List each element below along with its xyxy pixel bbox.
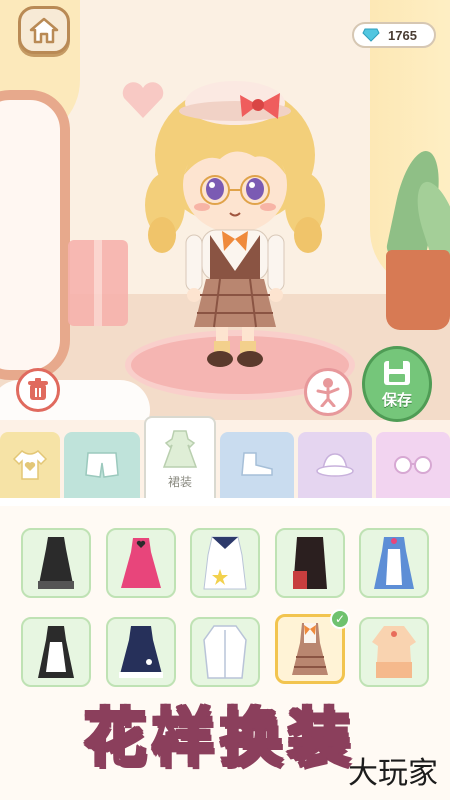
gem-count: 1765 [388, 27, 417, 43]
item-navy-lace-dress[interactable] [106, 617, 176, 687]
home-button[interactable] [18, 6, 70, 54]
plaid-uniform-dress-icon [292, 623, 328, 675]
save-label: 保存 [381, 390, 412, 409]
glasses-icon [394, 456, 432, 474]
white-jacket-icon [203, 625, 247, 679]
trash-icon [28, 378, 48, 400]
maid-dress-icon [38, 626, 74, 678]
gem-counter[interactable]: 1765 [352, 22, 436, 48]
diamond-icon [362, 28, 380, 42]
floppy-disk-icon [384, 360, 410, 385]
pose-button[interactable] [304, 368, 352, 416]
pose-icon [316, 378, 340, 407]
tab-bottoms[interactable] [64, 432, 140, 498]
gift-box [68, 240, 128, 326]
tab-underline [0, 498, 450, 506]
banner-title: 花样换装 [82, 700, 356, 776]
tab-shoes[interactable] [220, 432, 294, 498]
tab-accessories[interactable] [376, 432, 450, 498]
tab-dresses[interactable]: 裙装 [144, 416, 216, 500]
hat-icon [316, 453, 354, 477]
dress-icon [162, 429, 198, 468]
shoe-icon [241, 452, 273, 476]
tab-hats[interactable] [298, 432, 372, 498]
top-icon [12, 450, 48, 480]
black-red-coat-dress-icon [293, 537, 327, 589]
tab-dresses-label: 裙装 [167, 474, 192, 489]
clear-outfit-button[interactable] [16, 368, 60, 412]
item-black-red-coat-dress[interactable] [275, 528, 345, 598]
item-blue-apron-dress[interactable] [359, 528, 429, 598]
blue-apron-dress-icon [374, 537, 414, 589]
home-icon [29, 17, 59, 44]
selected-check-icon: ✓ [330, 609, 350, 629]
pink-heart-dress-icon [121, 538, 161, 588]
item-white-jacket[interactable] [190, 617, 260, 687]
category-tabs: 裙装 [0, 416, 450, 504]
save-button[interactable]: 保存 [362, 346, 432, 422]
item-peach-blouse-dress[interactable] [359, 617, 429, 687]
item-black-gothic-dress[interactable] [21, 528, 91, 598]
item-pink-heart-dress[interactable] [106, 528, 176, 598]
sailor-star-dress-icon [203, 536, 247, 590]
watermark: 大玩家 [348, 756, 438, 791]
shorts-icon [85, 452, 119, 478]
mirror [0, 90, 70, 380]
black-gothic-dress-icon [38, 537, 74, 589]
peach-blouse-dress-icon [372, 626, 416, 678]
plant-pot [386, 250, 450, 330]
item-plaid-uniform-dress[interactable]: ✓ [275, 609, 350, 684]
item-sailor-star-dress[interactable] [190, 528, 260, 598]
tab-tops[interactable] [0, 432, 60, 498]
chibi-character[interactable] [140, 75, 330, 375]
navy-lace-dress-icon [119, 626, 163, 678]
item-maid-dress[interactable] [21, 617, 91, 687]
